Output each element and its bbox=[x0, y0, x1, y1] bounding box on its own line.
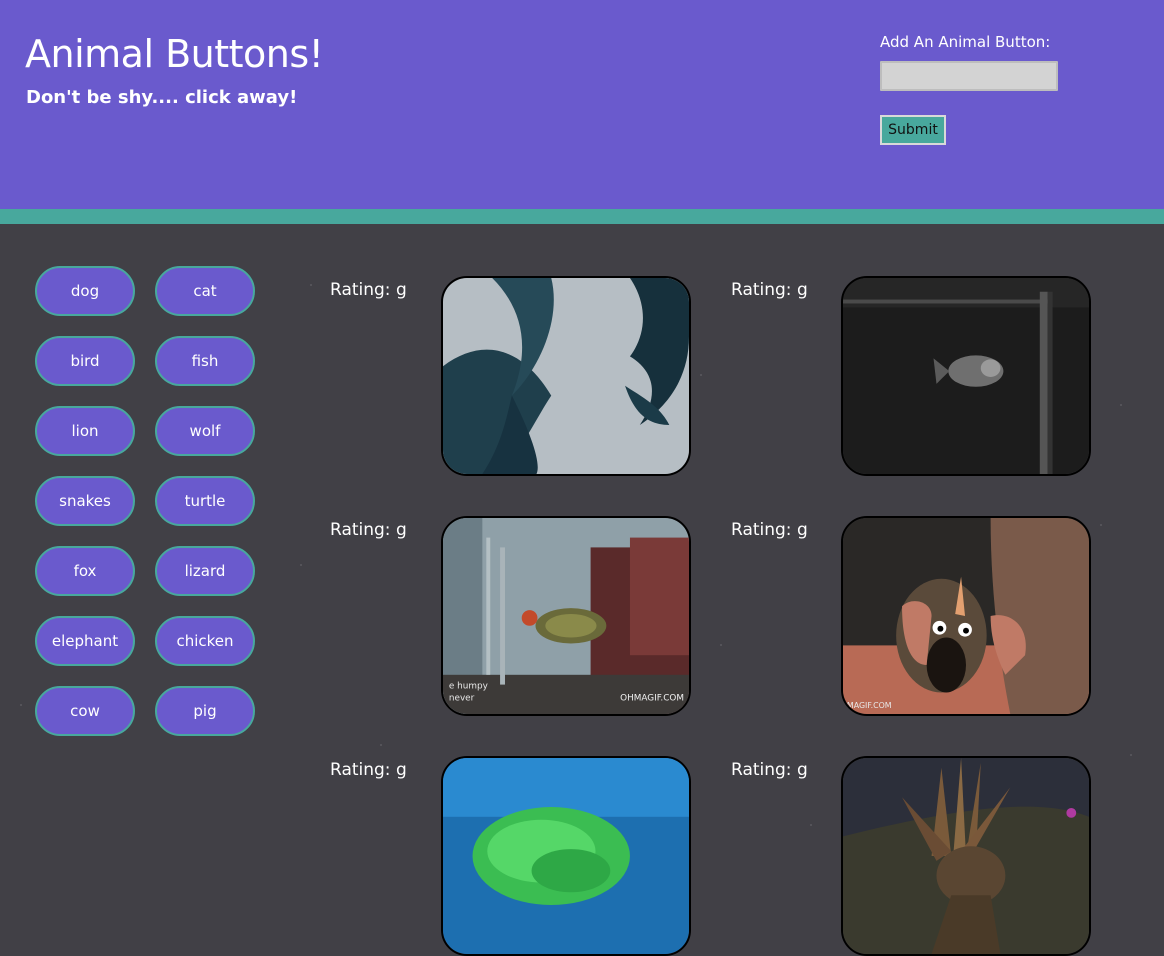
gif-rating: Rating: g bbox=[330, 760, 407, 780]
animal-button-bird[interactable]: bird bbox=[35, 336, 135, 386]
gif-image-toy-creature[interactable]: MAGIF.COM bbox=[841, 516, 1091, 716]
animal-button-lion[interactable]: lion bbox=[35, 406, 135, 456]
turtle-caption-1: e humpy bbox=[449, 682, 488, 692]
animal-button-fish[interactable]: fish bbox=[155, 336, 255, 386]
add-animal-label: Add An Animal Button: bbox=[880, 33, 1051, 51]
gif-image-glass-fish[interactable] bbox=[841, 276, 1091, 476]
animal-button-elephant[interactable]: elephant bbox=[35, 616, 135, 666]
turtle-caption-2: never bbox=[449, 693, 475, 703]
animal-button-dog[interactable]: dog bbox=[35, 266, 135, 316]
gif-rating: Rating: g bbox=[731, 280, 808, 300]
gif-rating: Rating: g bbox=[330, 520, 407, 540]
gif-rating: Rating: g bbox=[731, 520, 808, 540]
page-subtitle: Don't be shy.... click away! bbox=[26, 87, 298, 108]
gif-image-fish-school[interactable] bbox=[441, 756, 691, 956]
animal-button-fox[interactable]: fox bbox=[35, 546, 135, 596]
add-animal-input[interactable] bbox=[880, 61, 1058, 91]
gif-image-betta-fish[interactable] bbox=[441, 276, 691, 476]
toy-gif-watermark: MAGIF.COM bbox=[847, 701, 892, 710]
gif-image-turtle-tank[interactable]: e humpy never OHMAGIF.COM bbox=[441, 516, 691, 716]
page-title: Animal Buttons! bbox=[25, 32, 324, 76]
animal-button-turtle[interactable]: turtle bbox=[155, 476, 255, 526]
animal-button-cat[interactable]: cat bbox=[155, 266, 255, 316]
turtle-gif-watermark: OHMAGIF.COM bbox=[620, 693, 684, 703]
animal-button-pig[interactable]: pig bbox=[155, 686, 255, 736]
header-accent-bar bbox=[0, 209, 1164, 224]
animal-button-wolf[interactable]: wolf bbox=[155, 406, 255, 456]
gif-image-lionfish[interactable] bbox=[841, 756, 1091, 956]
submit-button[interactable]: Submit bbox=[880, 115, 946, 145]
animal-button-lizard[interactable]: lizard bbox=[155, 546, 255, 596]
gif-rating: Rating: g bbox=[731, 760, 808, 780]
animal-button-cow[interactable]: cow bbox=[35, 686, 135, 736]
animal-button-chicken[interactable]: chicken bbox=[155, 616, 255, 666]
gif-rating: Rating: g bbox=[330, 280, 407, 300]
animal-button-snakes[interactable]: snakes bbox=[35, 476, 135, 526]
